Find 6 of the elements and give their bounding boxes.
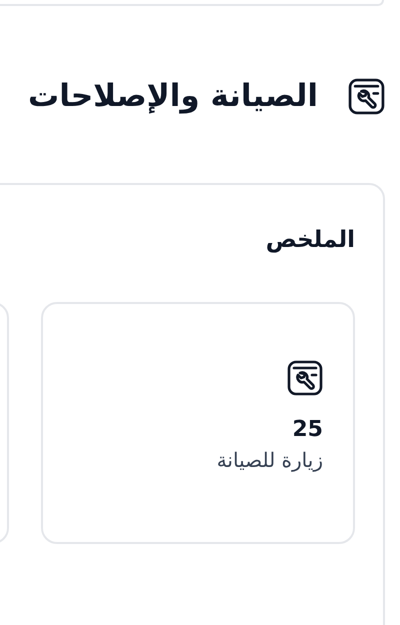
section-title: الصيانة والإصلاحات bbox=[28, 81, 318, 112]
stat-value: 25 bbox=[292, 416, 323, 444]
stat-label: زيارة للصيانة bbox=[216, 448, 323, 472]
summary-title: الملخص bbox=[264, 229, 355, 252]
wrench-icon bbox=[348, 78, 385, 115]
wrench-icon bbox=[287, 360, 323, 396]
